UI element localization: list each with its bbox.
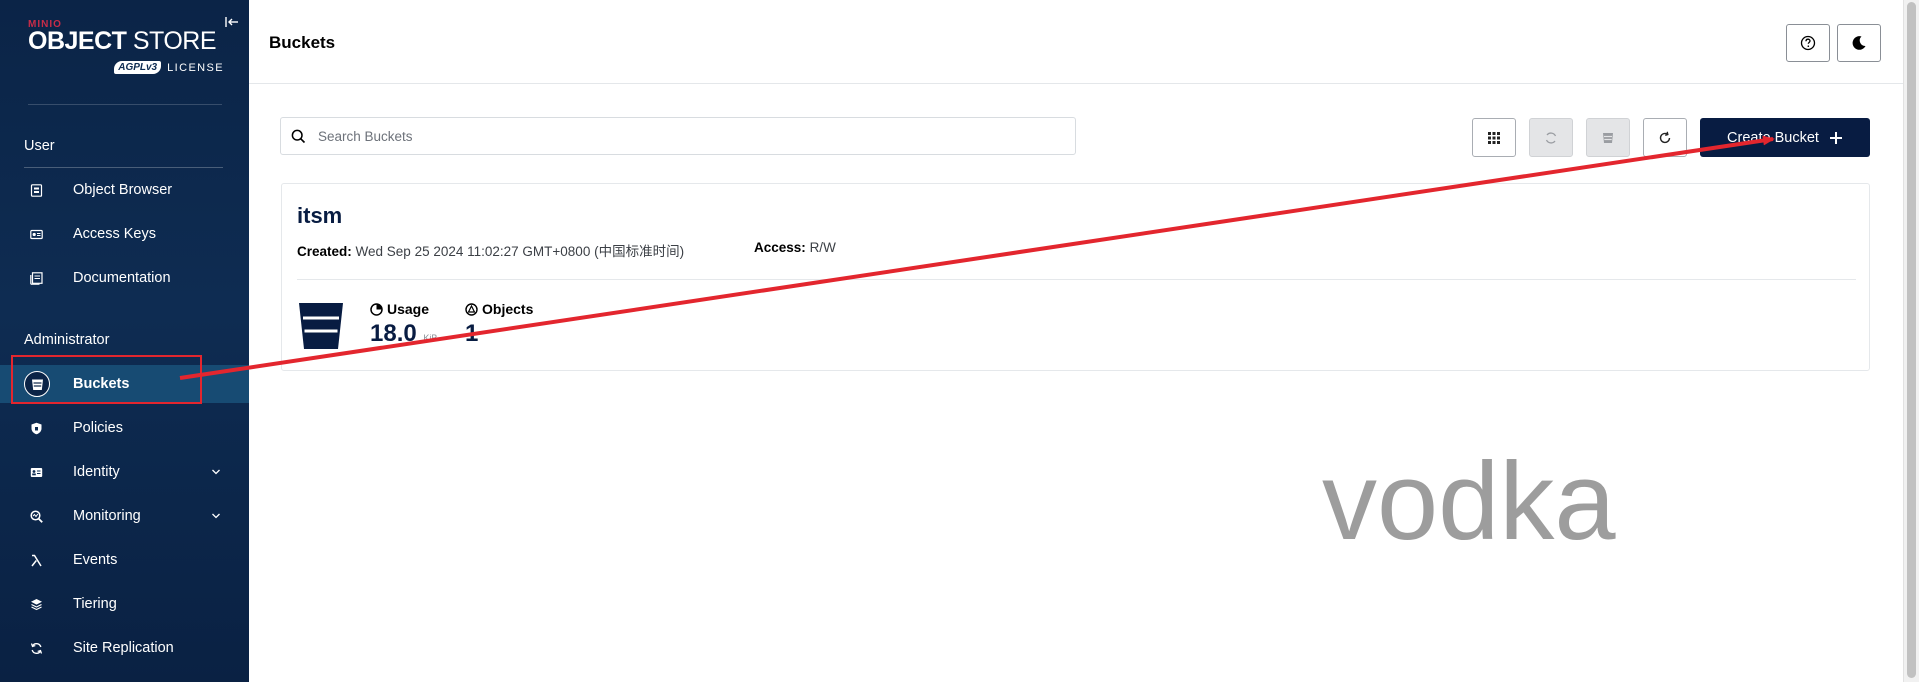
replication-icon (30, 642, 43, 655)
section-title-user: User (24, 138, 55, 154)
section-divider (24, 167, 223, 168)
usage-value-row: 18.0 KiB (370, 320, 437, 348)
license-label: LICENSE (167, 61, 224, 74)
page-header: Buckets (249, 0, 1903, 84)
sidebar-item-label: Events (73, 552, 118, 568)
sidebar-item-documentation[interactable]: Documentation (0, 259, 249, 297)
bucket-stack-icon (1603, 132, 1613, 143)
usage-value: 18.0 (370, 320, 417, 347)
help-button[interactable] (1786, 24, 1830, 62)
usage-label-row: Usage (370, 301, 437, 317)
theme-toggle-button[interactable] (1837, 24, 1881, 62)
logo-title-bold: OBJECT (28, 27, 127, 55)
watermark-text: vodka (1322, 440, 1616, 563)
sidebar-item-label: Site Replication (73, 640, 174, 656)
collapse-sidebar-icon[interactable] (224, 14, 240, 30)
logo-divider (28, 104, 222, 105)
sidebar-item-monitoring[interactable]: Monitoring (0, 497, 249, 535)
objects-stat: Objects 1 (465, 301, 533, 348)
usage-unit: KiB (423, 333, 438, 343)
objects-label: Objects (482, 301, 534, 317)
sidebar-item-tiering[interactable]: Tiering (0, 585, 249, 623)
set-lifecycle-button[interactable] (1586, 118, 1630, 157)
sidebar-item-label: Identity (73, 464, 120, 480)
annotation-highlight-box (11, 355, 202, 404)
usage-label: Usage (387, 301, 430, 317)
card-divider (297, 279, 1856, 280)
sidebar-item-label: Policies (73, 420, 123, 436)
sidebar-item-label: Monitoring (73, 508, 141, 524)
refresh-icon (1659, 131, 1671, 143)
section-title-administrator: Administrator (24, 332, 110, 348)
sidebar-item-identity[interactable]: Identity (0, 453, 249, 491)
shield-icon (31, 422, 42, 435)
plus-icon (1829, 131, 1842, 144)
access-keys-icon (30, 229, 43, 240)
help-icon (1800, 35, 1816, 51)
lambda-icon (31, 554, 42, 567)
object-browser-icon (30, 184, 43, 197)
logo-title-light: STORE (132, 27, 217, 55)
set-replication-button[interactable] (1529, 118, 1573, 157)
replication-icon (1545, 131, 1557, 144)
sidebar-item-events[interactable]: Events (0, 541, 249, 579)
sidebar-item-site-replication[interactable]: Site Replication (0, 629, 249, 667)
bucket-access: Access: R/W (754, 240, 836, 255)
page-title: Buckets (269, 33, 336, 52)
minio-logo[interactable]: MINIO OBJECT STORE AGPLv3 LICENSE (28, 19, 224, 81)
sidebar-item-access-keys[interactable]: Access Keys (0, 215, 249, 253)
monitoring-icon (30, 510, 43, 523)
sidebar-item-policies[interactable]: Policies (0, 409, 249, 447)
grid-icon (1488, 131, 1500, 144)
usage-stat: Usage 18.0 KiB (370, 301, 437, 348)
documentation-icon (30, 272, 43, 285)
agpl-badge: AGPLv3 (114, 61, 162, 74)
bucket-created: Created: Wed Sep 25 2024 11:02:27 GMT+08… (297, 240, 684, 260)
objects-value: 1 (465, 320, 479, 347)
search-input[interactable] (318, 118, 1058, 154)
bucket-card[interactable]: itsm Created: Wed Sep 25 2024 11:02:27 G… (281, 183, 1870, 371)
refresh-button[interactable] (1643, 118, 1687, 157)
objects-icon (465, 302, 478, 316)
scrollbar-thumb[interactable] (1907, 2, 1916, 678)
sidebar-item-label: Access Keys (73, 226, 156, 242)
moon-icon (1852, 36, 1866, 50)
create-bucket-button[interactable]: Create Bucket (1700, 118, 1870, 157)
search-icon (291, 129, 306, 144)
chevron-down-icon[interactable] (211, 512, 221, 520)
access-value: R/W (809, 240, 836, 255)
identity-icon (30, 468, 43, 477)
chevron-down-icon[interactable] (211, 468, 221, 476)
create-bucket-label: Create Bucket (1727, 129, 1819, 146)
bucket-name[interactable]: itsm (297, 203, 342, 229)
tiers-icon (31, 599, 42, 611)
sidebar: MINIO OBJECT STORE AGPLv3 LICENSE User O… (0, 0, 249, 682)
sidebar-item-label: Object Browser (73, 182, 173, 198)
logo-license: AGPLv3 LICENSE (114, 61, 224, 74)
logo-title: OBJECT STORE (28, 28, 224, 54)
view-grid-button[interactable] (1472, 118, 1516, 157)
sidebar-item-object-browser[interactable]: Object Browser (0, 171, 249, 209)
sidebar-item-label: Documentation (73, 270, 171, 286)
sidebar-item-label: Tiering (73, 596, 117, 612)
search-bar[interactable] (280, 117, 1076, 155)
objects-label-row: Objects (465, 301, 533, 317)
pie-chart-icon (370, 302, 383, 316)
vertical-scrollbar[interactable] (1903, 0, 1919, 682)
bucket-icon (299, 303, 343, 349)
created-label: Created: (297, 244, 352, 259)
access-label: Access: (754, 240, 806, 255)
created-value: Wed Sep 25 2024 11:02:27 GMT+0800 (中国标准时… (355, 244, 685, 259)
